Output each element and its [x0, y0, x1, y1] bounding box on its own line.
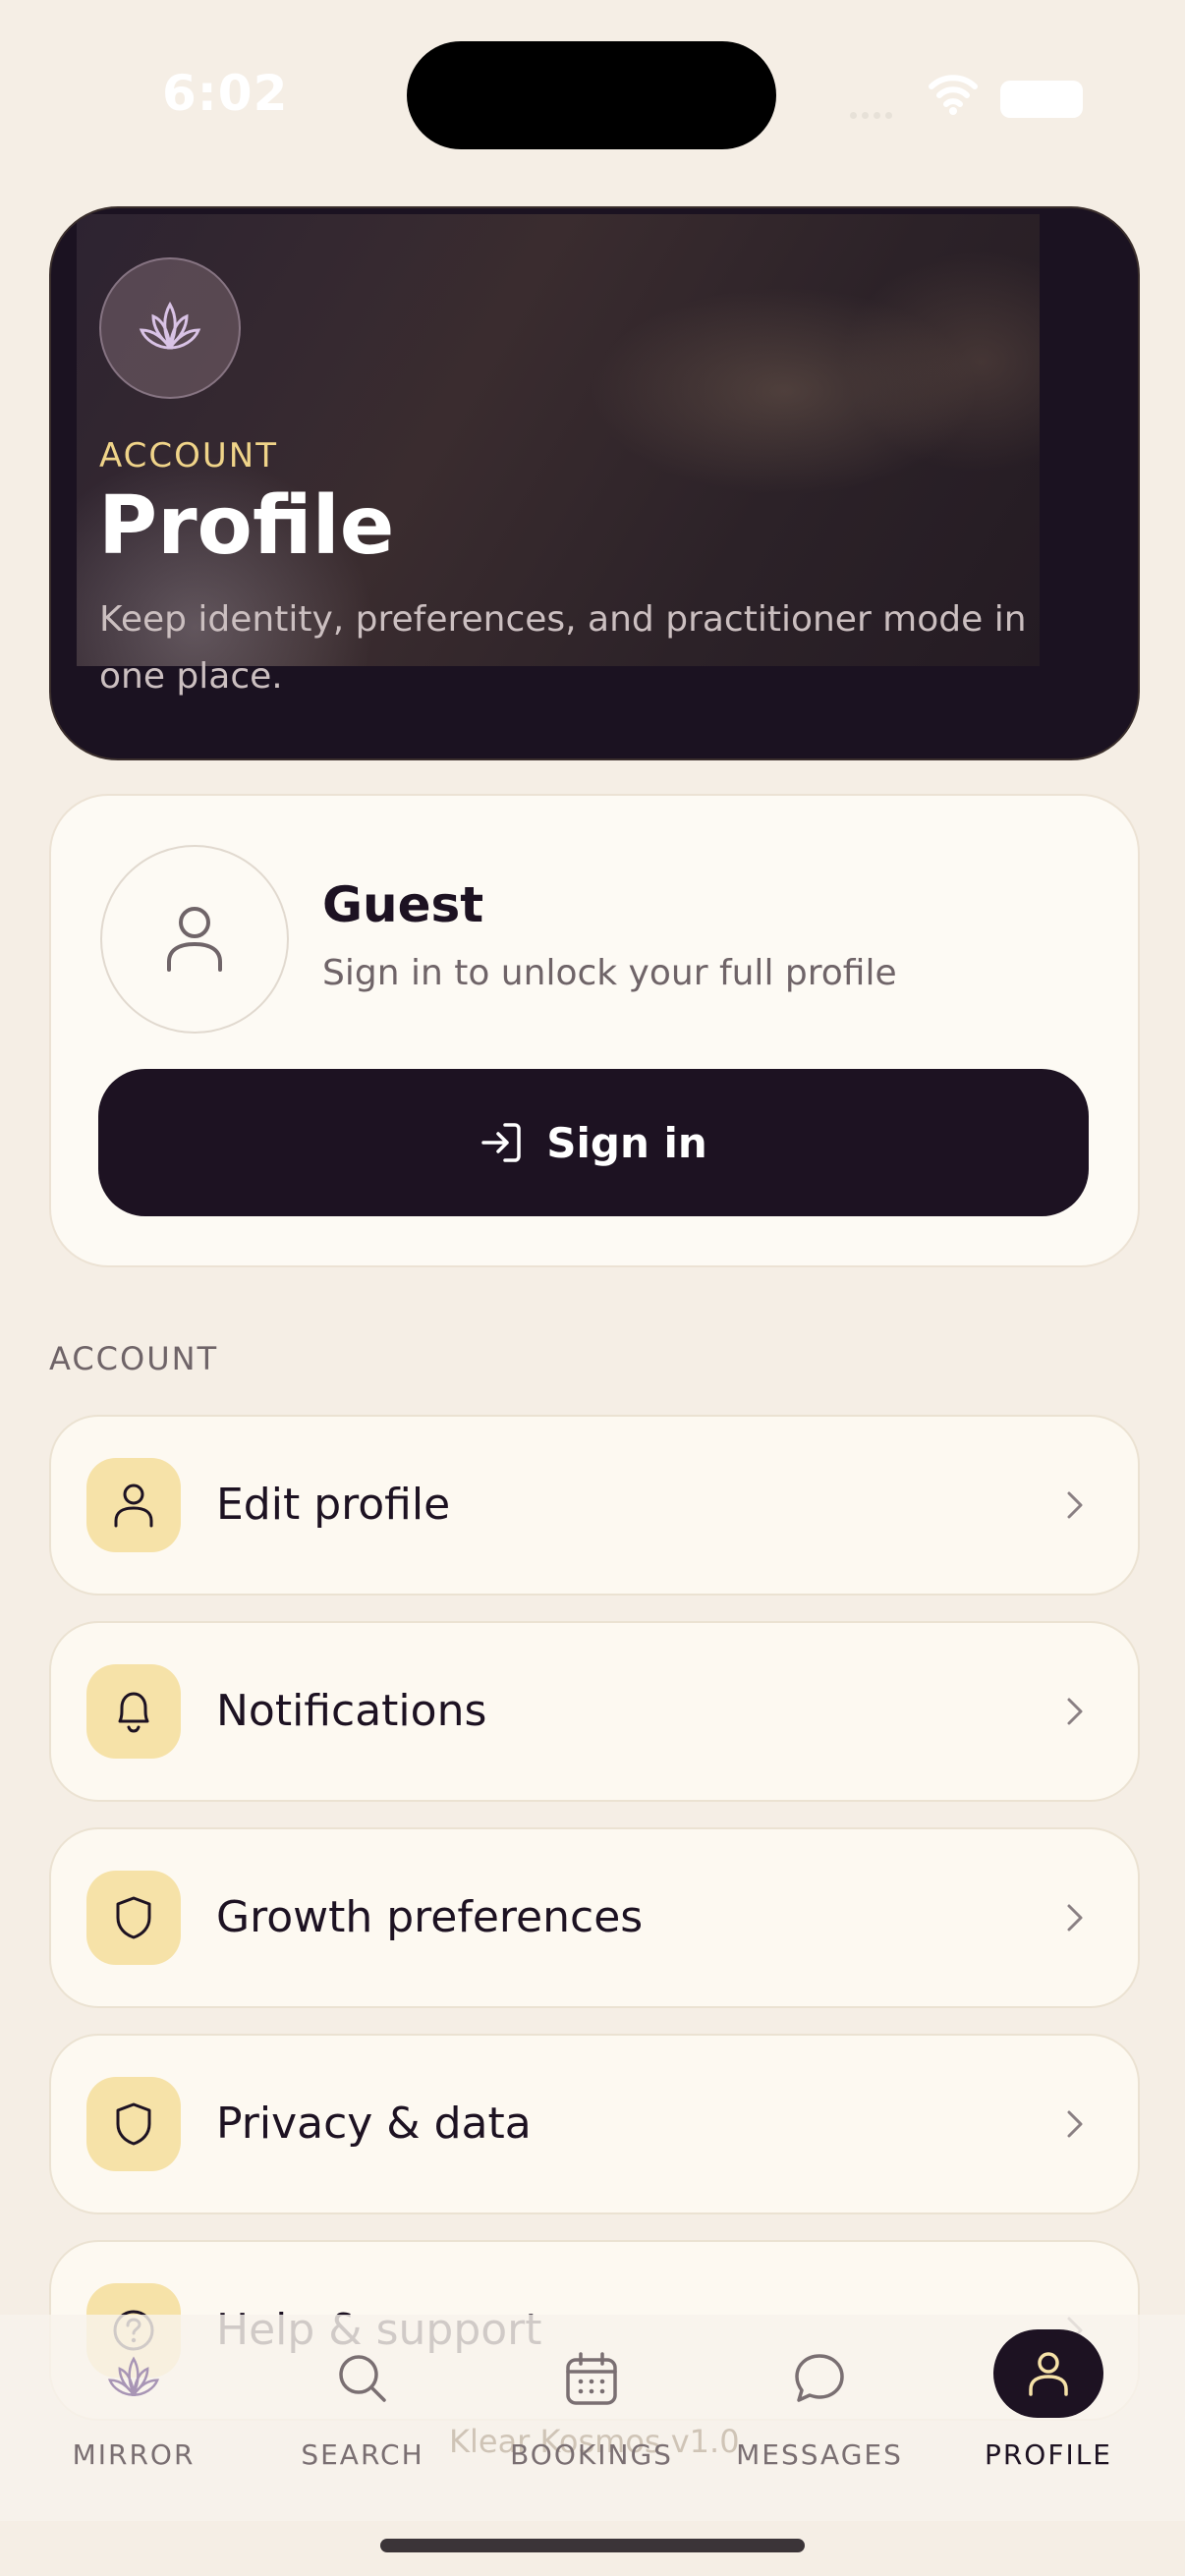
hero-subtitle: Keep identity, preferences, and practiti… [99, 599, 1027, 697]
calendar-icon [566, 2352, 617, 2405]
shield-icon [86, 1871, 181, 1965]
person-icon [1029, 2352, 1068, 2396]
menu-item-label: Edit profile [216, 1480, 451, 1530]
person-icon [167, 907, 222, 972]
menu-item-label: Notifications [216, 1686, 487, 1736]
sign-in-label: Sign in [546, 1118, 707, 1167]
menu-item-privacy-data[interactable]: Privacy & data [49, 2034, 1140, 2214]
page-title: Profile [98, 479, 395, 573]
lotus-badge [99, 257, 241, 399]
menu-item-notifications[interactable]: Notifications [49, 1621, 1140, 1802]
tab-mirror[interactable]: MIRROR [26, 2344, 242, 2471]
tab-profile[interactable]: PROFILE [940, 2329, 1157, 2471]
search-icon [339, 2355, 386, 2402]
profile-hero-card: ACCOUNT Profile Keep identity, preferenc… [49, 206, 1140, 760]
chevron-right-icon [1067, 1904, 1083, 1932]
cellular-signal-icon [850, 104, 901, 119]
menu-item-label: Growth preferences [216, 1892, 644, 1942]
tab-label: BOOKINGS [510, 2438, 673, 2471]
lotus-icon [139, 302, 201, 350]
sign-in-icon [481, 1123, 521, 1162]
guest-card: Guest Sign in to unlock your full profil… [49, 794, 1140, 1267]
menu-item-edit-profile[interactable]: Edit profile [49, 1415, 1140, 1596]
status-time: 6:02 [162, 65, 289, 122]
menu-item-label: Privacy & data [216, 2099, 532, 2149]
tab-label: MIRROR [72, 2438, 196, 2471]
guest-name: Guest [322, 876, 484, 933]
lotus-icon [107, 2356, 160, 2396]
section-label-account: ACCOUNT [49, 1340, 219, 1377]
tab-bookings[interactable]: BOOKINGS [483, 2344, 700, 2471]
tab-label: MESSAGES [736, 2438, 903, 2471]
bell-icon [86, 1664, 181, 1759]
chevron-right-icon [1067, 1491, 1083, 1519]
dynamic-island [407, 41, 776, 149]
chat-bubble-icon [795, 2354, 844, 2402]
home-indicator [380, 2539, 805, 2552]
chevron-right-icon [1067, 1698, 1083, 1725]
guest-subtitle: Sign in to unlock your full profile [322, 953, 897, 993]
person-icon [86, 1458, 181, 1552]
tab-search[interactable]: SEARCH [254, 2344, 471, 2471]
hero-eyebrow: ACCOUNT [99, 436, 278, 476]
shield-icon [86, 2077, 181, 2171]
wifi-icon [929, 75, 978, 115]
sign-in-button[interactable]: Sign in [98, 1069, 1089, 1216]
avatar [100, 845, 289, 1034]
battery-icon [1000, 81, 1083, 118]
tab-label: PROFILE [984, 2438, 1113, 2471]
menu-item-growth-preferences[interactable]: Growth preferences [49, 1827, 1140, 2008]
tab-messages[interactable]: MESSAGES [711, 2344, 928, 2471]
tab-label: SEARCH [301, 2438, 424, 2471]
chevron-right-icon [1067, 2110, 1083, 2138]
active-tab-indicator [993, 2329, 1103, 2418]
